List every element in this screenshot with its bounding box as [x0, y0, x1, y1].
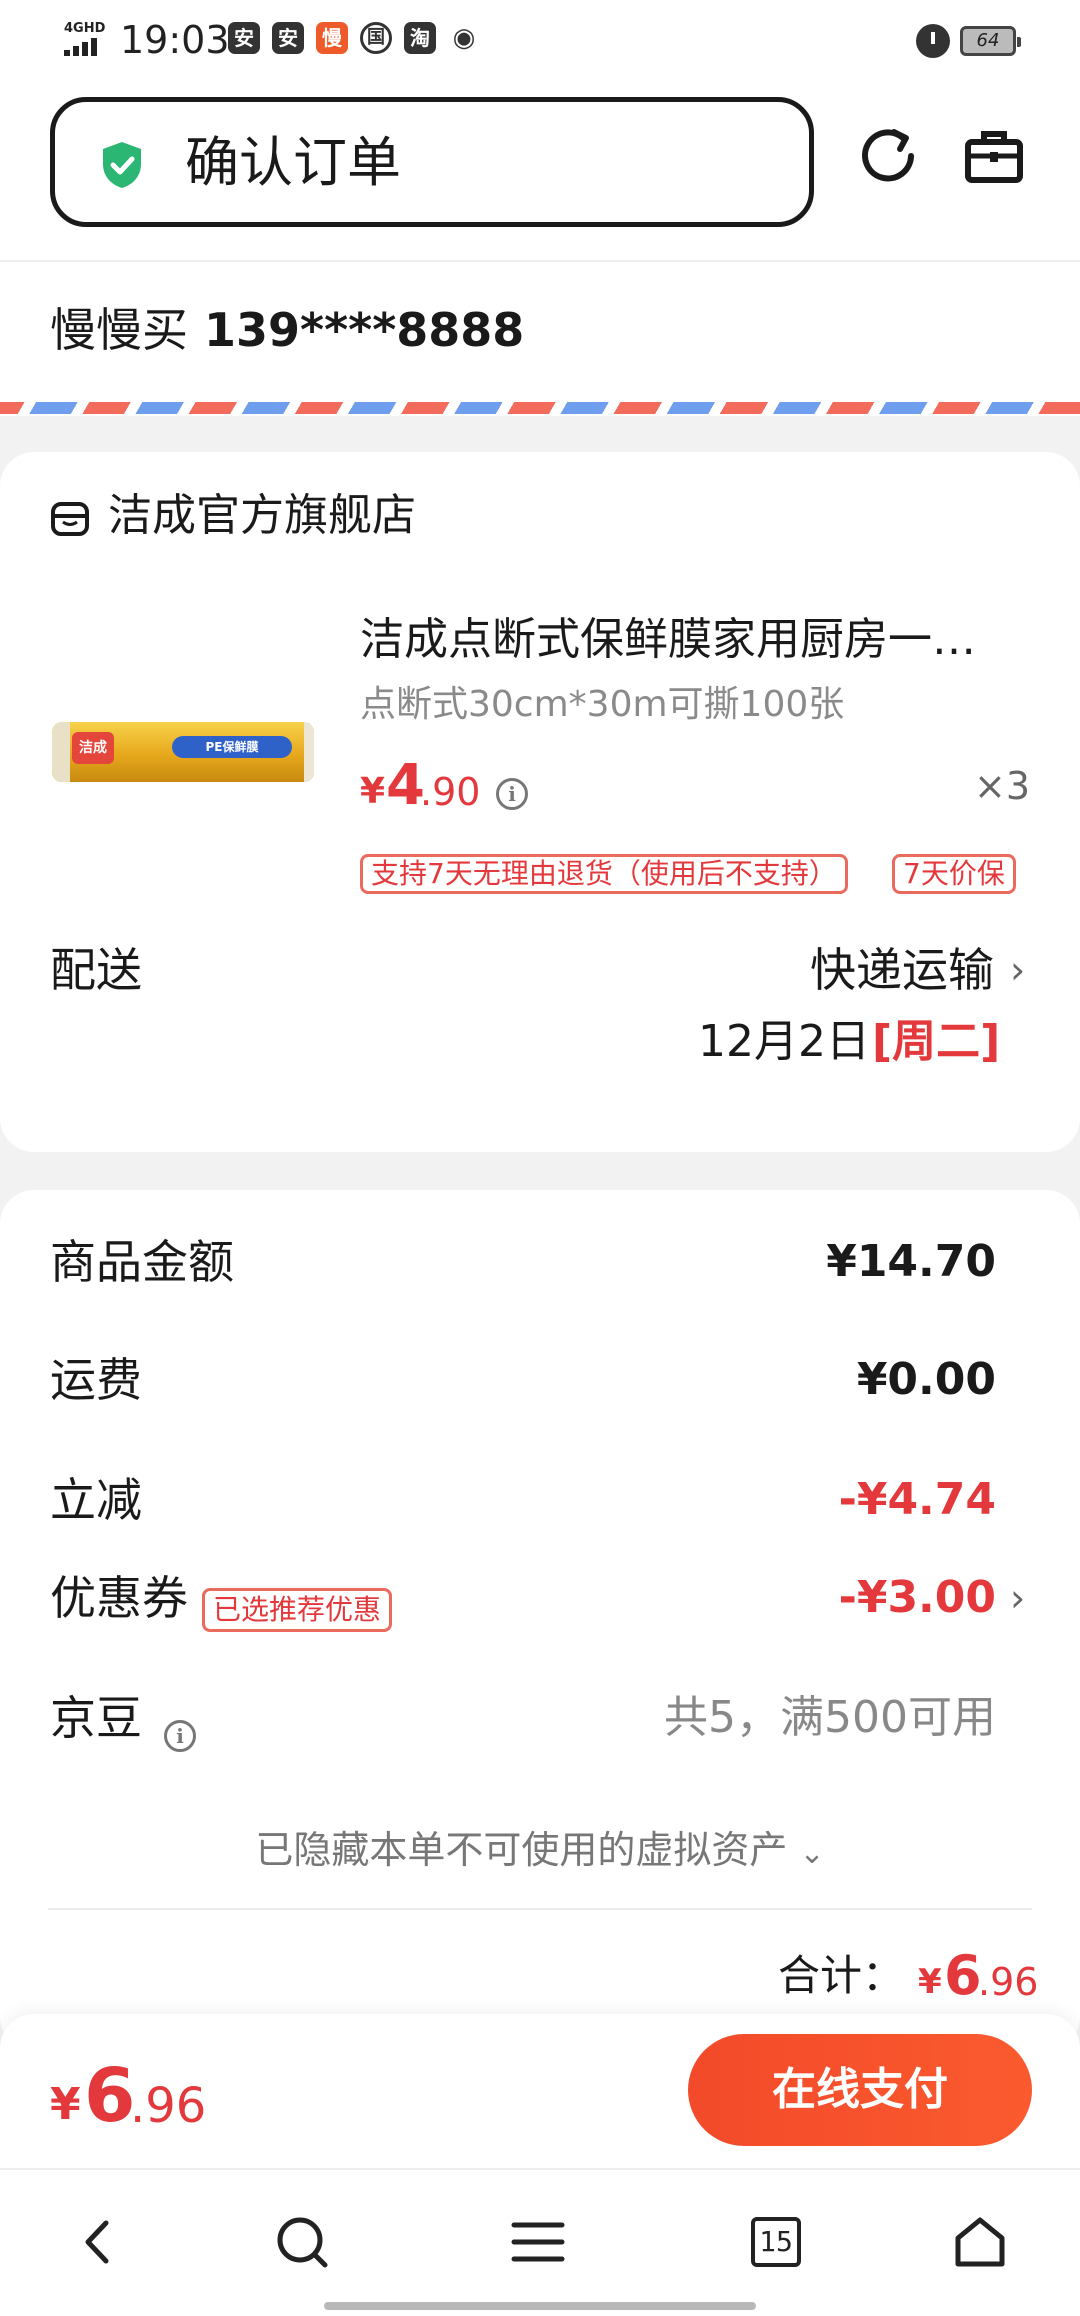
product-spec: 点断式30cm*30m可撕100张 — [360, 684, 845, 725]
delivery-date: 12月2日 — [698, 1016, 870, 1067]
browser-nav-bar: 15 — [0, 2168, 1080, 2316]
coupon-recommend-tag[interactable]: 已选推荐优惠 — [202, 1588, 393, 1632]
home-icon — [955, 2217, 1005, 2267]
chevron-left-icon — [85, 2220, 109, 2264]
hidden-assets-text: 已隐藏本单不可使用的虚拟资产 — [255, 1828, 788, 1872]
pay-integer: 6 — [84, 2053, 136, 2139]
buyer-info[interactable]: 慢慢买 139****8888 — [0, 262, 1080, 416]
menu-icon — [511, 2222, 565, 2262]
back-button[interactable] — [62, 2206, 134, 2278]
price-info-icon[interactable]: i — [496, 778, 528, 810]
goods-amount-value: ¥14.70 — [826, 1236, 996, 1287]
jingdou-label: 京豆 — [50, 1691, 142, 1745]
checkout-bar: ¥ 6 .96 在线支付 — [0, 2014, 1080, 2168]
total-integer: 6 — [944, 1944, 982, 2007]
hidden-assets-toggle[interactable]: 已隐藏本单不可使用的虚拟资产 ⌄ — [0, 1824, 1080, 1880]
weibo-notification-icon: ◉ — [448, 22, 480, 54]
airmail-stripe — [0, 402, 1080, 414]
notification-icons: 安 安 慢 国 淘 ◉ — [228, 22, 480, 54]
menu-button[interactable] — [502, 2206, 574, 2278]
pay-decimal: .96 — [130, 2078, 207, 2134]
discount-value: -¥4.74 — [838, 1474, 996, 1525]
coupon-label[interactable]: 优惠券 — [50, 1568, 188, 1628]
shipping-method[interactable]: 快递运输 — [810, 940, 994, 1000]
pay-symbol: ¥ — [50, 2079, 81, 2130]
divider — [48, 1908, 1032, 1910]
alarm-icon — [916, 24, 950, 58]
pay-online-button[interactable]: 在线支付 — [688, 2034, 1032, 2146]
shipping-fee-label: 运费 — [50, 1353, 142, 1407]
search-icon — [277, 2217, 328, 2268]
jingdou-info-icon[interactable]: i — [164, 1720, 196, 1752]
buyer-name: 慢慢买 — [50, 303, 188, 357]
store-card: 洁成官方旗舰店 洁成 PE保鲜膜 洁成点断式保鲜膜家用厨房一… 点断式30cm*… — [0, 452, 1080, 1152]
status-time: 19:03 — [120, 18, 230, 62]
shipping-label: 配送 — [50, 943, 142, 997]
store-name[interactable]: 洁成官方旗舰店 — [108, 486, 416, 546]
jingdou-value: 共5，满500可用 — [664, 1692, 996, 1743]
network-type: 4GHD — [64, 21, 106, 36]
page-header: 确认订单 — [0, 84, 1080, 262]
product-image[interactable]: 洁成 PE保鲜膜 — [52, 722, 314, 782]
product-title[interactable]: 洁成点断式保鲜膜家用厨房一… — [360, 610, 1020, 670]
taobao-notification-icon: 淘 — [404, 22, 436, 54]
price-summary-card: 商品金额 ¥14.70 运费 ¥0.00 立减 -¥4.74 优惠券 已选推荐优… — [0, 1190, 1080, 2050]
refresh-icon[interactable] — [856, 124, 920, 188]
chevron-down-icon: ⌄ — [799, 1836, 825, 1871]
total-decimal: .96 — [978, 1960, 1039, 2004]
price-protect-tag: 7天价保 — [892, 854, 1016, 894]
shield-check-icon — [103, 142, 141, 188]
app-notification-icon: 安 — [272, 22, 304, 54]
title-bar: 确认订单 — [50, 97, 814, 227]
page-title: 确认订单 — [185, 131, 401, 194]
total-label: 合计： — [778, 1951, 905, 2000]
store-icon — [51, 502, 89, 536]
search-button[interactable] — [266, 2206, 338, 2278]
toolbox-icon[interactable] — [962, 124, 1026, 188]
app-notification-icon: 安 — [228, 22, 260, 54]
delivery-weekday: [周二] — [872, 1016, 1001, 1067]
product-price-decimal: .90 — [420, 770, 481, 814]
goods-amount-label: 商品金额 — [50, 1235, 234, 1289]
signal-icon — [64, 38, 110, 56]
discount-label: 立减 — [50, 1473, 142, 1527]
total-symbol: ¥ — [918, 1962, 942, 2002]
product-image-label: PE保鲜膜 — [172, 736, 292, 758]
gesture-handle[interactable] — [324, 2302, 756, 2310]
shipping-fee-value: ¥0.00 — [856, 1354, 996, 1405]
return-policy-tag: 支持7天无理由退货（使用后不支持） — [360, 854, 848, 894]
tabs-count: 15 — [751, 2217, 801, 2267]
buyer-phone: 139****8888 — [204, 303, 525, 357]
app-notification-icon: 国 — [360, 22, 392, 54]
home-button[interactable] — [944, 2206, 1016, 2278]
coupon-value[interactable]: -¥3.00 — [839, 1568, 996, 1628]
battery-icon: 64 — [960, 26, 1021, 56]
product-quantity: ×3 — [974, 764, 1031, 808]
chevron-right-icon[interactable]: › — [1010, 1568, 1025, 1628]
manmanmai-notification-icon: 慢 — [316, 22, 348, 54]
chevron-right-icon[interactable]: › — [1010, 940, 1025, 1000]
status-bar: 4GHD 19:03 安 安 慢 国 淘 ◉ 64 — [0, 0, 1080, 84]
product-image-brand: 洁成 — [72, 732, 114, 764]
product-price-symbol: ¥ — [360, 771, 386, 812]
tabs-button[interactable]: 15 — [740, 2206, 812, 2278]
